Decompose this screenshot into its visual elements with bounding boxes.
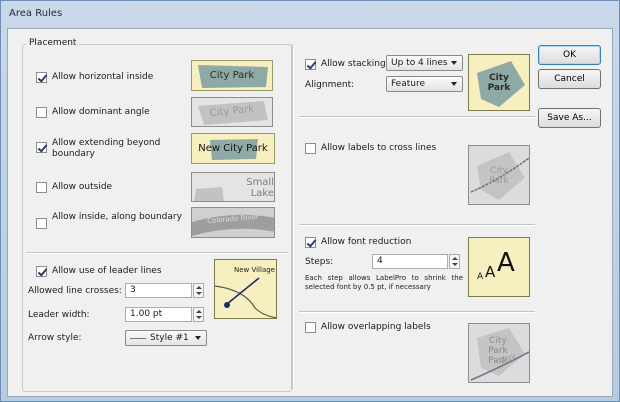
preview-letter-small: A — [477, 272, 484, 282]
preview-line-1: City — [489, 73, 509, 83]
ok-button[interactable]: OK — [538, 45, 601, 65]
arrow-style-label: Arrow style: — [28, 333, 82, 343]
dominant-angle-preview: City Park — [191, 97, 273, 127]
preview-text: Small Lake — [246, 177, 274, 199]
leader-separator — [26, 252, 288, 254]
preview-text: New City Park — [198, 143, 268, 154]
placement-legend: Placement — [26, 38, 80, 48]
horizontal-inside-preview: City Park — [191, 60, 273, 91]
preview-text: City Park — [209, 70, 255, 81]
font-reduction-separator — [299, 311, 535, 313]
window-title: Area Rules — [9, 8, 63, 19]
column-separator — [292, 44, 294, 389]
line-crosses-input[interactable]: 3 — [125, 283, 192, 298]
preview-line-2: Park — [489, 176, 509, 186]
line-crosses-spinner[interactable] — [193, 283, 204, 298]
chevron-down-icon — [451, 61, 457, 65]
arrow-style-value: Style #1 — [150, 333, 189, 343]
alignment-value: Feature — [391, 79, 426, 89]
steps-spinner[interactable] — [449, 254, 460, 269]
allow-cross-lines-label: Allow labels to cross lines — [321, 143, 437, 153]
allow-stacking-label: Allow stacking — [321, 59, 386, 69]
line-crosses-label: Allowed line crosses: — [28, 286, 122, 296]
preview-text: City Park — [469, 73, 529, 93]
allow-cross-lines-checkbox[interactable] — [305, 143, 316, 154]
stacking-lines-value: Up to 4 lines — [391, 58, 448, 68]
font-reduction-description: Each step allows LabelPro to shrink the … — [305, 274, 463, 291]
allow-leader-lines-label: Allow use of leader lines — [52, 266, 162, 276]
outside-preview: Small Lake — [191, 172, 275, 202]
dialog-client: Placement Allow horizontal inside City P… — [7, 28, 613, 397]
leader-width-label: Leader width: — [28, 310, 90, 320]
allow-extending-beyond-boundary-label: Allow extending beyond boundary — [52, 138, 161, 159]
arrow-style-select[interactable]: Style #1 — [125, 330, 207, 346]
steps-label: Steps: — [305, 257, 334, 267]
leader-width-spinner[interactable] — [193, 307, 204, 322]
stacking-separator — [299, 116, 535, 118]
alignment-select[interactable]: Feature — [386, 76, 463, 92]
allow-overlapping-checkbox[interactable] — [305, 322, 316, 333]
preview-line-1: City — [490, 166, 508, 176]
preview-text: City Park Park — [469, 336, 527, 366]
cross-lines-preview: City Park — [468, 145, 530, 205]
allow-leader-lines-checkbox[interactable] — [36, 266, 47, 277]
steps-input[interactable]: 4 — [372, 254, 448, 269]
along-boundary-preview: Colorado River — [191, 207, 275, 238]
cross-lines-separator — [299, 224, 535, 226]
extending-beyond-preview: New City Park — [191, 133, 275, 164]
overlapping-preview: City Park Park Way — [468, 323, 530, 383]
allow-inside-along-boundary-label: Allow inside, along boundary — [52, 212, 182, 222]
area-rules-dialog: Area Rules Placement Allow horizontal in… — [0, 0, 620, 402]
chevron-down-icon — [451, 82, 457, 86]
stacking-lines-select[interactable]: Up to 4 lines — [386, 55, 463, 71]
stacking-preview: City Park — [468, 54, 530, 111]
preview-line-2: Park — [488, 346, 508, 356]
alignment-label: Alignment: — [305, 80, 355, 90]
allow-dominant-angle-checkbox[interactable] — [36, 107, 47, 118]
allow-horizontal-inside-checkbox[interactable] — [36, 72, 47, 83]
chevron-down-icon — [195, 336, 201, 340]
preview-letter-medium: A — [485, 263, 496, 281]
allow-font-reduction-checkbox[interactable] — [305, 237, 316, 248]
arrow-line-icon — [130, 338, 146, 339]
leader-width-input[interactable]: 1.00 pt — [125, 307, 192, 322]
allow-inside-along-boundary-checkbox[interactable] — [36, 218, 47, 229]
allow-dominant-angle-label: Allow dominant angle — [52, 107, 150, 117]
allow-font-reduction-label: Allow font reduction — [321, 237, 412, 247]
font-reduction-preview: A A A — [468, 237, 530, 297]
allow-stacking-checkbox[interactable] — [305, 59, 316, 70]
allow-outside-checkbox[interactable] — [36, 182, 47, 193]
preview-text: City Park — [469, 166, 529, 186]
allow-overlapping-label: Allow overlapping labels — [321, 322, 431, 332]
allow-extending-beyond-boundary-checkbox[interactable] — [36, 142, 47, 153]
cancel-button[interactable]: Cancel — [538, 69, 601, 89]
preview-line-1: City — [489, 336, 507, 346]
preview-letter-large: A — [497, 248, 515, 278]
preview-line-2: Park — [487, 83, 511, 93]
save-as-button[interactable]: Save As... — [538, 108, 601, 128]
leader-preview: New Village — [214, 259, 277, 319]
allow-horizontal-inside-label: Allow horizontal inside — [52, 72, 154, 82]
allow-outside-label: Allow outside — [52, 182, 113, 192]
